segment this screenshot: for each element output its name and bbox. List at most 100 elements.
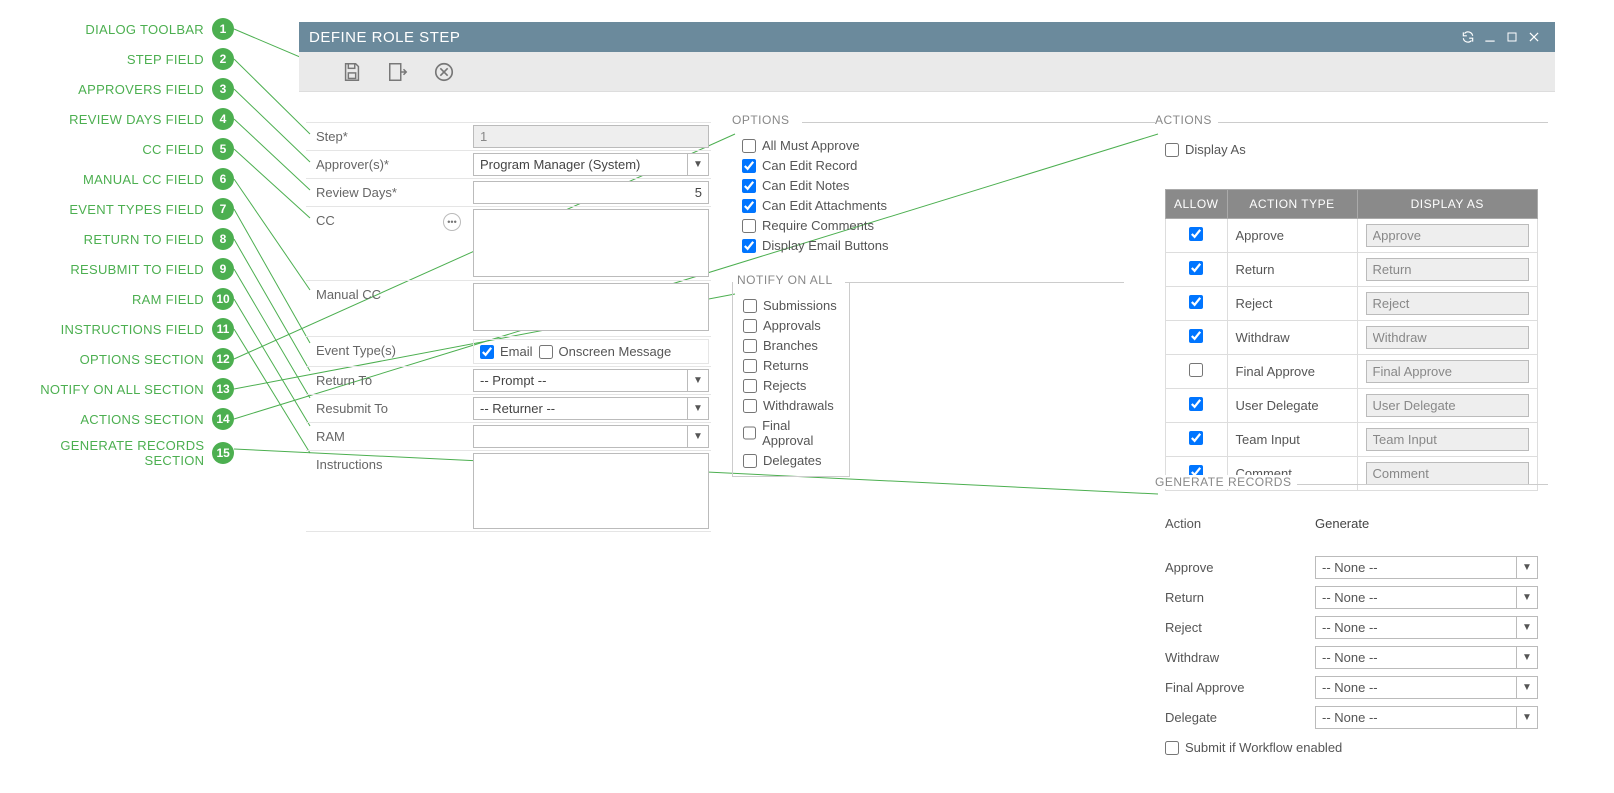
notify-checkbox[interactable] <box>743 426 756 440</box>
notify-label: Withdrawals <box>763 398 834 413</box>
email-checkbox[interactable] <box>480 345 494 359</box>
display-as-checkbox[interactable] <box>1165 143 1179 157</box>
save-icon[interactable] <box>339 59 365 85</box>
cancel-icon[interactable] <box>431 59 457 85</box>
notify-row: Returns <box>743 358 839 373</box>
option-row: All Must Approve <box>742 138 922 153</box>
action-type-cell: Reject <box>1227 287 1357 321</box>
option-checkbox[interactable] <box>742 179 756 193</box>
allow-checkbox[interactable] <box>1189 363 1203 377</box>
option-checkbox[interactable] <box>742 159 756 173</box>
display-as-input[interactable] <box>1366 292 1529 315</box>
notify-label: Branches <box>763 338 818 353</box>
display-as-input[interactable] <box>1366 224 1529 247</box>
return-to-combo[interactable] <box>473 369 687 392</box>
minimize-button[interactable] <box>1479 26 1501 48</box>
manual-cc-field: Manual CC <box>306 280 711 336</box>
generate-combo[interactable] <box>1315 706 1516 729</box>
more-icon[interactable]: ••• <box>443 213 461 231</box>
allow-checkbox[interactable] <box>1189 329 1203 343</box>
action-type-cell: User Delegate <box>1227 389 1357 423</box>
display-as-input[interactable] <box>1366 462 1529 485</box>
review-days-field: Review Days* <box>306 178 711 206</box>
notify-checkbox[interactable] <box>743 379 757 393</box>
dialog-titlebar[interactable]: DEFINE ROLE STEP <box>299 22 1555 52</box>
chevron-down-icon[interactable]: ▼ <box>687 425 709 448</box>
display-as-input[interactable] <box>1366 394 1529 417</box>
col-type: ACTION TYPE <box>1227 190 1357 219</box>
chevron-down-icon[interactable]: ▼ <box>1516 676 1538 699</box>
notify-checkbox[interactable] <box>743 399 757 413</box>
options-section: OPTIONS All Must ApproveCan Edit RecordC… <box>732 122 932 261</box>
notify-row: Delegates <box>743 453 839 468</box>
option-checkbox[interactable] <box>742 199 756 213</box>
notify-checkbox[interactable] <box>743 319 757 333</box>
option-checkbox[interactable] <box>742 219 756 233</box>
close-button[interactable] <box>1523 26 1545 48</box>
table-row: Final Approve <box>1166 355 1538 389</box>
generate-label: Withdraw <box>1165 650 1315 665</box>
allow-checkbox[interactable] <box>1189 227 1203 241</box>
form-column: Step* Approver(s)* ▼ Review Days* CC <box>306 122 711 532</box>
notify-label: Rejects <box>763 378 806 393</box>
chevron-down-icon[interactable]: ▼ <box>1516 646 1538 669</box>
approvers-combo[interactable] <box>473 153 687 176</box>
display-as-input[interactable] <box>1366 428 1529 451</box>
display-as-input[interactable] <box>1366 360 1529 383</box>
option-checkbox[interactable] <box>742 239 756 253</box>
review-days-input[interactable] <box>473 181 709 204</box>
option-row: Can Edit Attachments <box>742 198 922 213</box>
notify-row: Withdrawals <box>743 398 839 413</box>
chevron-down-icon[interactable]: ▼ <box>687 153 709 176</box>
instructions-field: Instructions <box>306 450 711 532</box>
display-as-label: Display As <box>1185 142 1246 157</box>
submit-workflow-checkbox[interactable] <box>1165 741 1179 755</box>
ram-combo[interactable] <box>473 425 687 448</box>
notify-checkbox[interactable] <box>743 359 757 373</box>
refresh-icon[interactable] <box>1457 26 1479 48</box>
allow-checkbox[interactable] <box>1189 261 1203 275</box>
generate-label: Delegate <box>1165 710 1315 725</box>
anno-badge: 1 <box>212 18 234 40</box>
generate-row: Delegate ▼ <box>1165 702 1538 732</box>
generate-records-section: GENERATE RECORDS Action Generate Approve… <box>1155 484 1548 763</box>
step-input[interactable] <box>473 125 709 148</box>
display-as-input[interactable] <box>1366 326 1529 349</box>
notify-row: Branches <box>743 338 839 353</box>
generate-combo[interactable] <box>1315 616 1516 639</box>
cc-input[interactable] <box>473 209 709 277</box>
chevron-down-icon[interactable]: ▼ <box>1516 616 1538 639</box>
allow-checkbox[interactable] <box>1189 295 1203 309</box>
generate-combo[interactable] <box>1315 556 1516 579</box>
generate-combo[interactable] <box>1315 676 1516 699</box>
chevron-down-icon[interactable]: ▼ <box>1516 556 1538 579</box>
step-field: Step* <box>306 122 711 150</box>
manual-cc-input[interactable] <box>473 283 709 331</box>
action-type-cell: Approve <box>1227 219 1357 253</box>
resubmit-to-combo[interactable] <box>473 397 687 420</box>
option-checkbox[interactable] <box>742 139 756 153</box>
notify-label: Submissions <box>763 298 837 313</box>
maximize-button[interactable] <box>1501 26 1523 48</box>
chevron-down-icon[interactable]: ▼ <box>687 369 709 392</box>
generate-combo[interactable] <box>1315 586 1516 609</box>
instructions-input[interactable] <box>473 453 709 529</box>
allow-checkbox[interactable] <box>1189 431 1203 445</box>
allow-checkbox[interactable] <box>1189 397 1203 411</box>
notify-checkbox[interactable] <box>743 299 757 313</box>
generate-row: Final Approve▼ <box>1165 672 1538 702</box>
chevron-down-icon[interactable]: ▼ <box>1516 586 1538 609</box>
chevron-down-icon[interactable]: ▼ <box>687 397 709 420</box>
chevron-down-icon[interactable]: ▼ <box>1516 706 1538 729</box>
notify-row: Submissions <box>743 298 839 313</box>
display-as-input[interactable] <box>1366 258 1529 281</box>
actions-legend: ACTIONS <box>1155 113 1218 127</box>
option-label: Can Edit Notes <box>762 178 849 193</box>
generate-combo[interactable] <box>1315 646 1516 669</box>
onscreen-checkbox[interactable] <box>539 345 553 359</box>
save-close-icon[interactable] <box>385 59 411 85</box>
notify-checkbox[interactable] <box>743 339 757 353</box>
notify-row: Final Approval <box>743 418 839 448</box>
submit-workflow-label: Submit if Workflow enabled <box>1185 740 1342 755</box>
notify-checkbox[interactable] <box>743 454 757 468</box>
